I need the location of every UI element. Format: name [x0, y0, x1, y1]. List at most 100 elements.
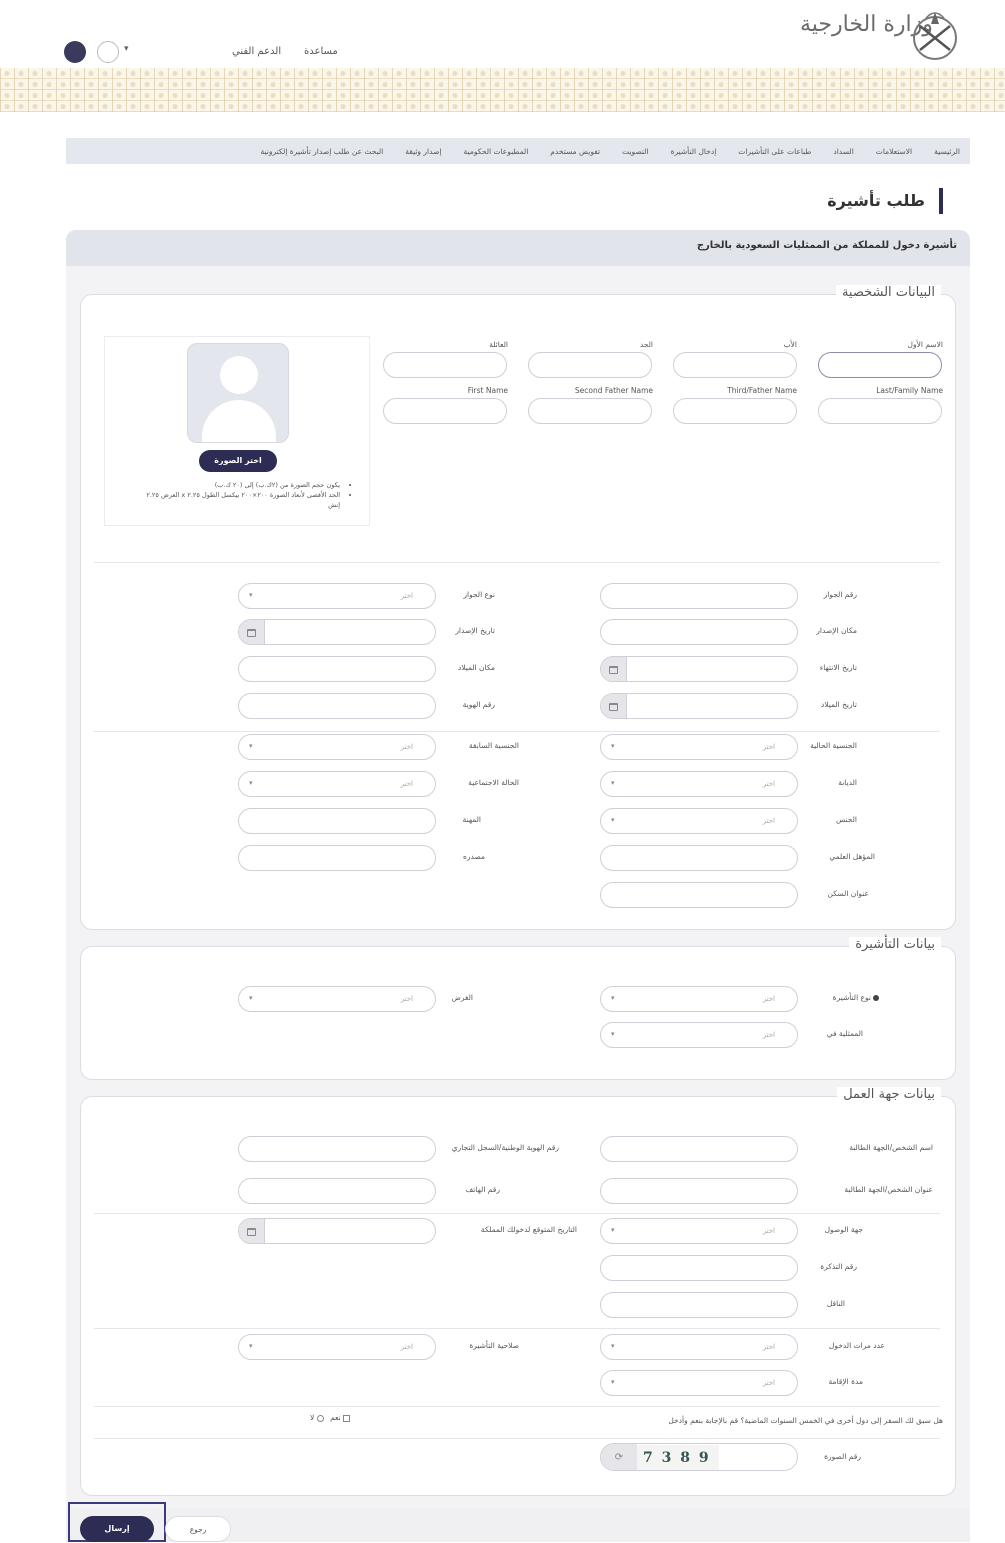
label-gender: الجنس: [835, 815, 857, 824]
divider: [94, 731, 940, 732]
page-title: طلب تأشيرة: [827, 188, 943, 214]
previous-nationality-select[interactable]: اختر ▾: [238, 734, 436, 760]
issue-date-input[interactable]: [238, 619, 436, 645]
source-input[interactable]: [238, 845, 436, 871]
passport-type-select[interactable]: اختر ▾: [238, 583, 436, 609]
third-name-en-input[interactable]: [673, 398, 797, 424]
divider: [94, 562, 940, 563]
nav-item-delegation[interactable]: تفويض مستخدم: [550, 147, 600, 156]
address-input[interactable]: [600, 882, 798, 908]
religion-select[interactable]: اختر ▾: [600, 771, 798, 797]
panel-title: تأشيرة دخول للمملكة من الممثليات السعودي…: [696, 240, 957, 251]
last-name-en-input[interactable]: [818, 398, 942, 424]
travel-answer-group: نعم لا: [310, 1413, 351, 1422]
submit-button[interactable]: إرسال: [80, 1516, 154, 1542]
chevron-down-icon: ▾: [611, 994, 615, 1002]
chevron-down-icon: ▾: [249, 779, 253, 787]
label-arrival-port: جهة الوصول: [824, 1225, 863, 1234]
purpose-select[interactable]: اختر ▾: [238, 986, 436, 1012]
second-name-en-input[interactable]: [528, 398, 652, 424]
photo-note-size: يكون حجم الصورة من (٢ك.ب) إلى (٢٠ ك.ب): [112, 480, 340, 490]
back-button[interactable]: رجوع: [165, 1516, 231, 1542]
first-name-en-input[interactable]: [383, 398, 507, 424]
info-icon: [873, 995, 879, 1001]
captcha-field[interactable]: ⟳ 7 3 8 9 5: [600, 1443, 798, 1471]
nav-item-document[interactable]: إصدار وثيقة: [405, 147, 441, 156]
father-name-ar-input[interactable]: [673, 352, 797, 378]
mission-select[interactable]: اختر ▾: [600, 1022, 798, 1048]
captcha-image: 7 3 8 9 5: [637, 1445, 719, 1470]
first-name-ar-input[interactable]: [818, 352, 942, 378]
chevron-down-icon: ▾: [611, 1030, 615, 1038]
label-birth-place: مكان الميلاد: [457, 663, 495, 672]
expiry-date-input[interactable]: [600, 656, 798, 682]
nav-item-gov-prints[interactable]: المطبوعات الحكومية: [464, 147, 529, 156]
gender-select[interactable]: اختر ▾: [600, 808, 798, 834]
label-father-ar: الأب: [783, 340, 797, 349]
expected-date-input[interactable]: [238, 1218, 436, 1244]
current-nationality-select[interactable]: اختر ▾: [600, 734, 798, 760]
visa-type-select[interactable]: اختر ▾: [600, 986, 798, 1012]
grand-name-ar-input[interactable]: [528, 352, 652, 378]
employer-name-input[interactable]: [600, 1136, 798, 1162]
nav-item-search-evisa[interactable]: البحث عن طلب إصدار تأشيرة إلكترونية: [261, 147, 384, 156]
label-mission: الممثلية في: [826, 1029, 863, 1038]
label-purpose: الغرض: [451, 993, 473, 1002]
ticket-input[interactable]: [600, 1255, 798, 1281]
arrival-port-select[interactable]: اختر ▾: [600, 1218, 798, 1244]
choose-photo-button[interactable]: اختر الصورة: [199, 450, 277, 472]
refresh-icon[interactable]: ⟳: [601, 1444, 637, 1470]
id-no-input[interactable]: [238, 693, 436, 719]
nav-item-visa-entry[interactable]: إدخال التأشيرة: [671, 147, 717, 156]
stay-select[interactable]: اختر ▾: [600, 1370, 798, 1396]
label-grand-ar: الجد: [639, 340, 653, 349]
light-mode-toggle[interactable]: [97, 41, 119, 63]
chevron-down-icon: ▾: [249, 994, 253, 1002]
yes-checkbox[interactable]: [343, 1414, 351, 1422]
help-link[interactable]: مساعدة: [304, 46, 338, 57]
nav-item-voting[interactable]: التصويت: [622, 147, 648, 156]
photo-note-dimensions: الحد الأقصى لأبعاد الصورة ٢٠٠×٢٠٠ بيكسل …: [112, 490, 340, 500]
emblem-icon: [913, 12, 957, 60]
label-issue-place: مكان الإصدار: [816, 626, 857, 635]
label-visa-type: نوع التأشيرة: [833, 993, 879, 1002]
profession-input[interactable]: [238, 808, 436, 834]
label-ticket: رقم التذكرة: [820, 1262, 857, 1271]
calendar-icon: [239, 620, 265, 644]
main-nav: الرئيسية الاستعلامات السداد طباعات على ا…: [66, 138, 970, 164]
nav-item-home[interactable]: الرئيسية: [934, 147, 960, 156]
passport-no-input[interactable]: [600, 583, 798, 609]
label-captcha: رقم الصورة: [824, 1452, 861, 1461]
employer-id-input[interactable]: [238, 1136, 436, 1162]
birth-date-input[interactable]: [600, 693, 798, 719]
family-name-ar-input[interactable]: [383, 352, 507, 378]
validity-select[interactable]: اختر ▾: [238, 1334, 436, 1360]
chevron-down-icon: ▾: [611, 779, 615, 787]
yes-label: نعم: [330, 1413, 341, 1422]
issue-place-input[interactable]: [600, 619, 798, 645]
label-address: عنوان السكن: [827, 889, 870, 898]
label-qualification: المؤهل العلمي: [829, 852, 875, 861]
support-link[interactable]: الدعم الفني: [232, 46, 281, 57]
avatar: [187, 343, 289, 443]
label-issue-date: تاريخ الإصدار: [455, 626, 495, 635]
nav-item-inquiries[interactable]: الاستعلامات: [876, 147, 912, 156]
dark-mode-toggle[interactable]: [64, 41, 86, 63]
label-expected-date: التاريخ المتوقع لدخولك المملكة: [480, 1225, 577, 1234]
birth-place-input[interactable]: [238, 656, 436, 682]
entries-select[interactable]: اختر ▾: [600, 1334, 798, 1360]
label-birth-date: تاريخ الميلاد: [820, 700, 857, 709]
work-fieldset: [80, 1096, 956, 1496]
no-radio[interactable]: [316, 1414, 324, 1422]
marital-status-select[interactable]: اختر ▾: [238, 771, 436, 797]
nav-item-payment[interactable]: السداد: [833, 147, 853, 156]
nav-item-visa-prints[interactable]: طباعات على التأشيرات: [738, 147, 811, 156]
employer-address-input[interactable]: [600, 1178, 798, 1204]
phone-input[interactable]: [238, 1178, 436, 1204]
visa-fieldset: [80, 946, 956, 1080]
chevron-down-icon: ▾: [249, 742, 253, 750]
visa-legend: بيانات التأشيرة: [849, 937, 941, 952]
chevron-down-icon[interactable]: ▾: [124, 44, 129, 54]
qualification-input[interactable]: [600, 845, 798, 871]
carrier-input[interactable]: [600, 1292, 798, 1318]
